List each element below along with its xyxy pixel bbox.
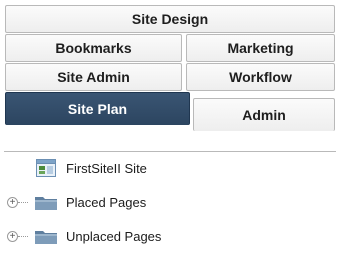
tab-admin-label: Admin: [242, 107, 286, 123]
tab-bookmarks-label: Bookmarks: [55, 40, 132, 56]
tree-item-site-label: FirstSiteII Site: [66, 160, 147, 176]
tab-bookmarks[interactable]: Bookmarks: [5, 34, 182, 62]
tab-site-plan-label: Site Plan: [67, 101, 128, 117]
tab-site-admin[interactable]: Site Admin: [5, 63, 182, 91]
tree-connector: [18, 202, 28, 203]
tab-marketing-label: Marketing: [227, 40, 294, 56]
tree-item-site[interactable]: FirstSiteII Site: [4, 157, 336, 179]
tree-item-unplaced-pages-label: Unplaced Pages: [66, 228, 162, 244]
tree-item-placed-pages[interactable]: + Placed Pages: [4, 191, 336, 213]
tree-item-unplaced-pages[interactable]: + Unplaced Pages: [4, 225, 336, 247]
tab-site-design-label: Site Design: [131, 11, 209, 27]
tab-workflow[interactable]: Workflow: [186, 63, 335, 91]
tab-site-admin-label: Site Admin: [57, 69, 130, 85]
tab-admin[interactable]: Admin: [193, 98, 335, 131]
tree-item-placed-pages-label: Placed Pages: [66, 194, 147, 210]
tab-site-design[interactable]: Site Design: [5, 5, 335, 33]
expand-unplaced-pages-button[interactable]: +: [7, 231, 18, 242]
site-plan-tree: FirstSiteII Site + Placed Pages + Unplac…: [4, 151, 336, 251]
tab-panel: Site Design Bookmarks Marketing Site Adm…: [4, 4, 336, 250]
tab-marketing[interactable]: Marketing: [186, 34, 335, 62]
tree-connector: [18, 236, 28, 237]
folder-icon: [35, 231, 57, 244]
tab-site-plan[interactable]: Site Plan: [5, 92, 190, 125]
expand-placed-pages-button[interactable]: +: [7, 197, 18, 208]
site-icon: [36, 159, 56, 177]
tab-workflow-label: Workflow: [229, 69, 292, 85]
folder-icon: [35, 197, 57, 210]
